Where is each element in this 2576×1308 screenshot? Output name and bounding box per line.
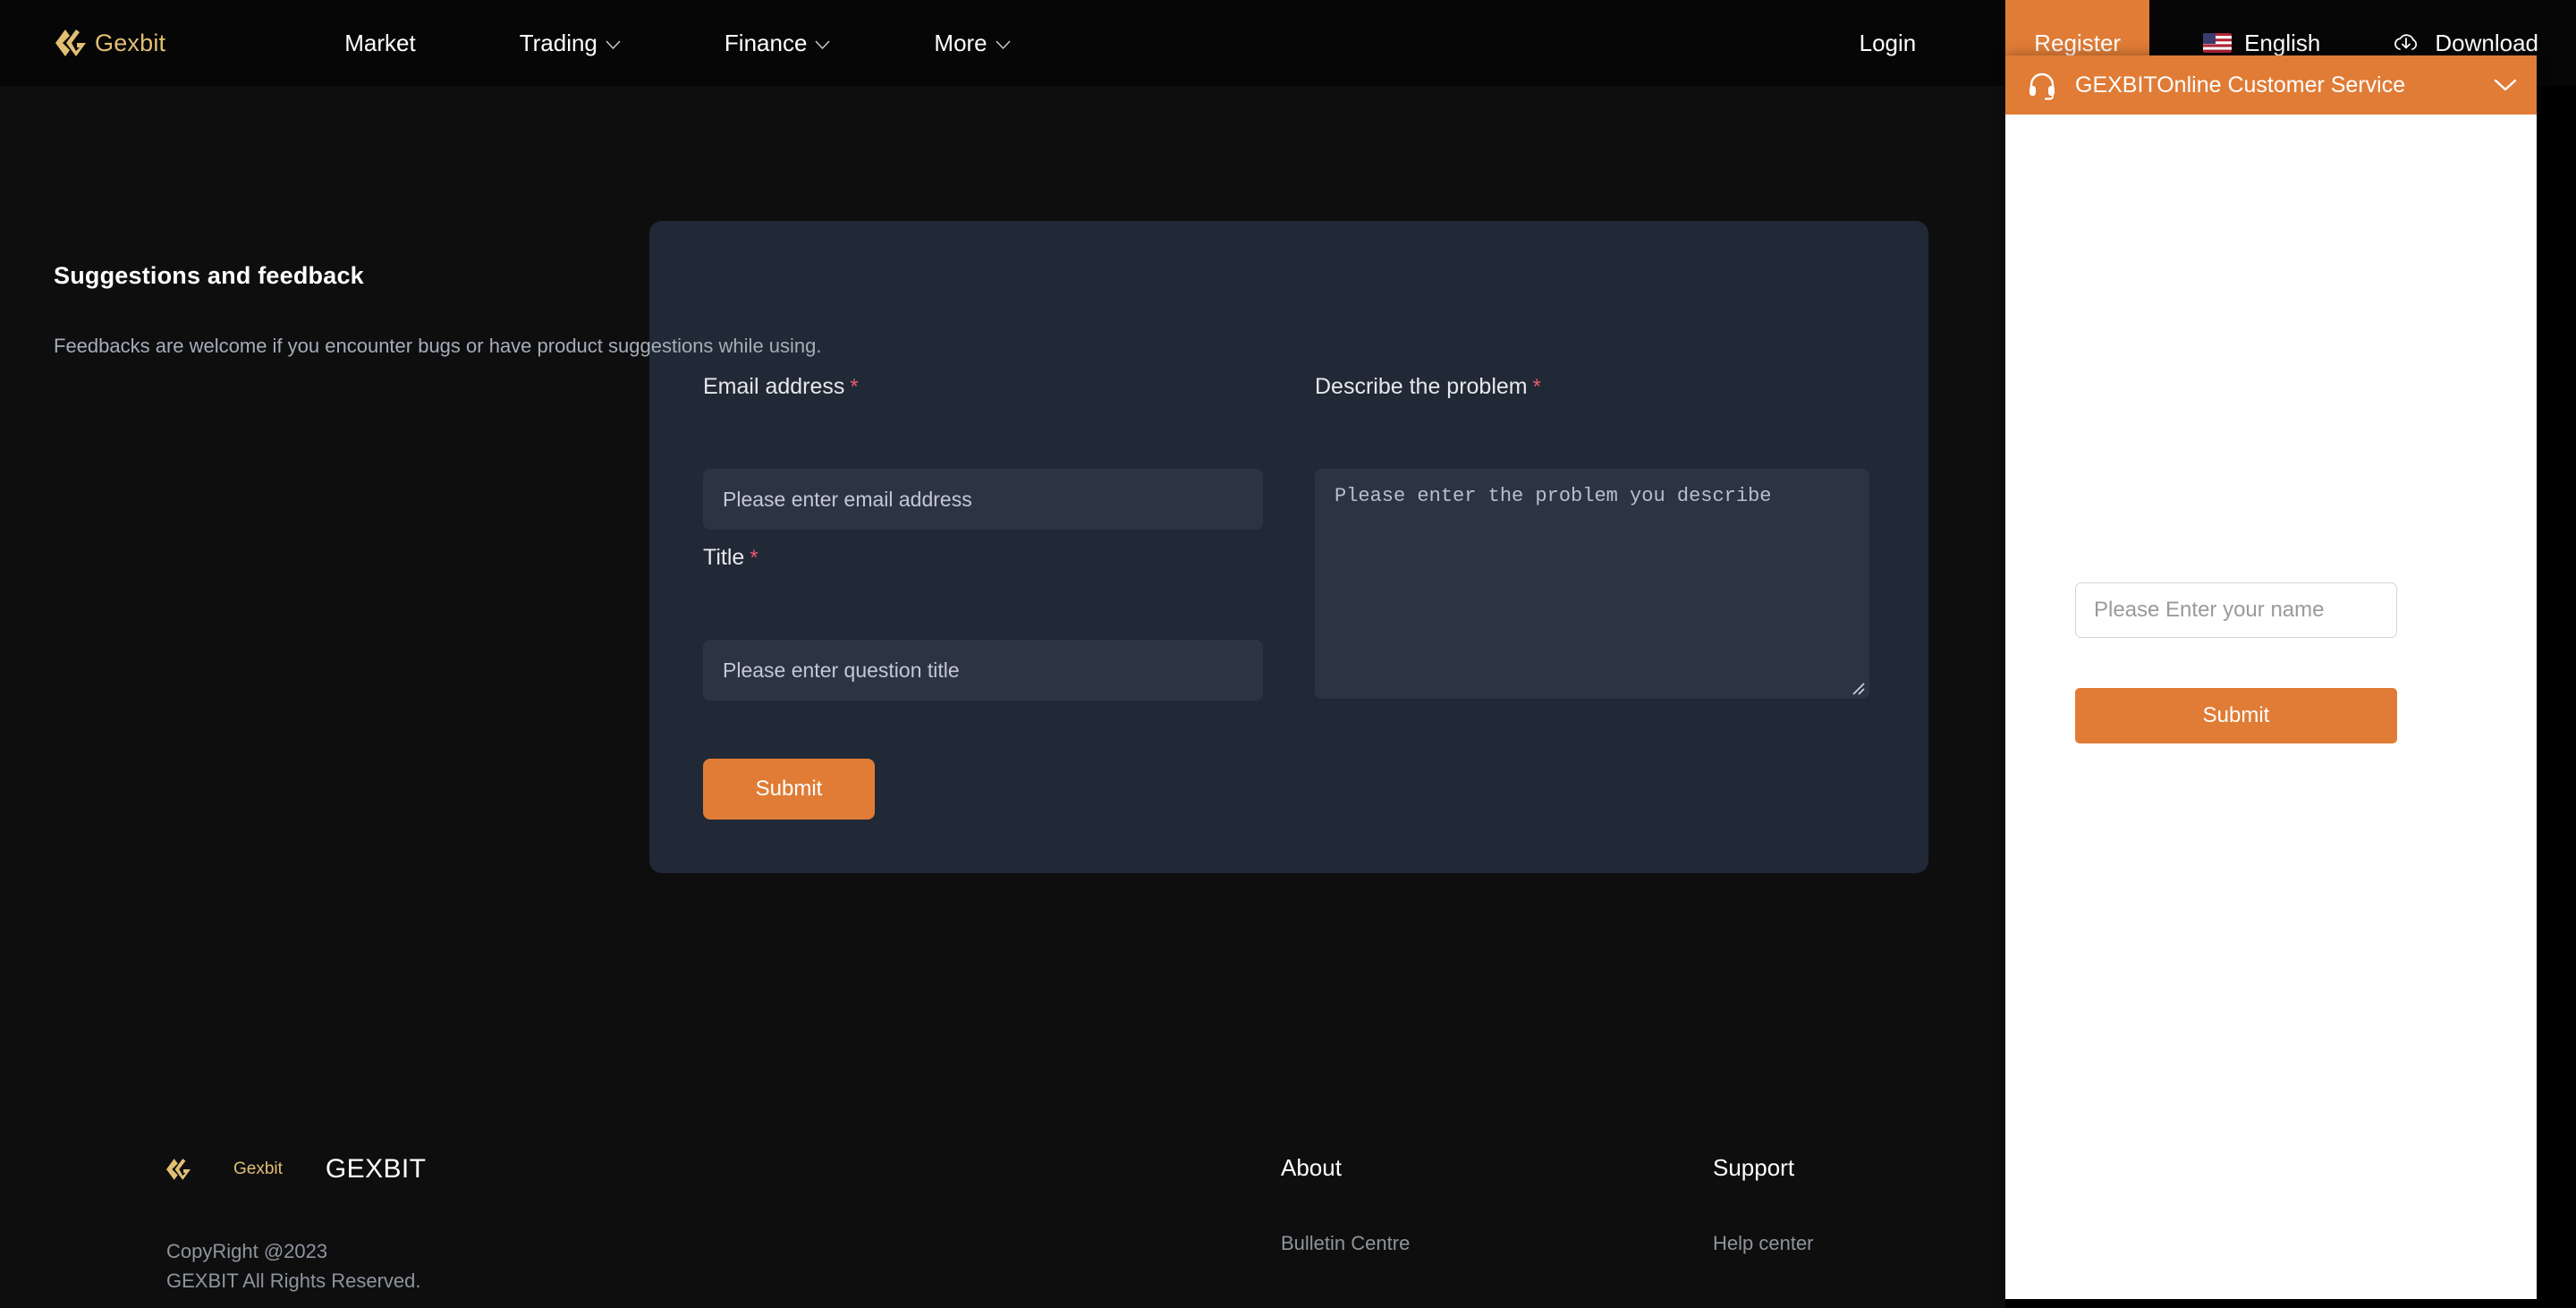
title-required-asterisk: * bbox=[750, 546, 758, 570]
footer-column-title: Support bbox=[1713, 1154, 1795, 1181]
chat-submit-button[interactable]: Submit bbox=[2075, 688, 2397, 743]
footer-brand-row: Gexbit GEXBIT bbox=[166, 1154, 426, 1185]
copyright-line-1: CopyRight @2023 bbox=[166, 1240, 328, 1262]
download-button[interactable]: Download bbox=[2392, 30, 2538, 57]
footer-column-about: About Bulletin Centre Service Agreement bbox=[1281, 1154, 1447, 1308]
nav-item-label: Market bbox=[344, 29, 416, 56]
download-cloud-icon bbox=[2394, 34, 2418, 50]
nav-item-market[interactable]: Market bbox=[344, 30, 415, 57]
gexbit-logo-icon bbox=[166, 1159, 191, 1180]
chat-widget-title: GEXBITOnline Customer Service bbox=[2075, 72, 2406, 98]
chevron-down-icon[interactable] bbox=[2494, 78, 2517, 92]
page-root: Suggestions and feedback Feedbacks are w… bbox=[0, 0, 2576, 1308]
chevron-down-icon bbox=[606, 40, 621, 49]
copyright-line-2: GEXBIT All Rights Reserved. bbox=[166, 1270, 421, 1292]
footer-column-title: About bbox=[1281, 1154, 1342, 1181]
submit-button[interactable]: Submit bbox=[703, 759, 875, 820]
chat-name-input[interactable] bbox=[2075, 582, 2397, 638]
chat-widget-body: Submit bbox=[2005, 115, 2537, 1299]
problem-label-text: Describe the problem bbox=[1315, 374, 1528, 399]
title-input[interactable] bbox=[703, 640, 1263, 701]
problem-field-label: Describe the problem * bbox=[1315, 374, 1541, 400]
login-button[interactable]: Login bbox=[1860, 30, 1917, 57]
footer-link-bulletin-centre[interactable]: Bulletin Centre bbox=[1281, 1232, 1447, 1255]
nav-item-label: Finance bbox=[724, 29, 808, 56]
us-flag-icon bbox=[2203, 33, 2233, 53]
customer-service-widget: GEXBITOnline Customer Service Submit bbox=[2005, 55, 2537, 1299]
copyright-block: CopyRight @2023 GEXBIT All Rights Reserv… bbox=[166, 1236, 421, 1295]
gexbit-logo-icon bbox=[55, 30, 86, 56]
nav-item-label: More bbox=[934, 29, 987, 56]
headset-icon bbox=[2029, 72, 2055, 100]
email-input[interactable] bbox=[703, 469, 1263, 530]
footer-logo-text: Gexbit bbox=[233, 1159, 283, 1178]
footer-brand-name: GEXBIT bbox=[325, 1154, 427, 1184]
footer-column-support: Support Help center Online Support Custo… bbox=[1713, 1154, 2005, 1308]
email-label-text: Email address bbox=[703, 374, 845, 399]
email-field-label: Email address * bbox=[703, 374, 859, 400]
page-subtitle: Feedbacks are welcome if you encounter b… bbox=[54, 335, 822, 357]
chat-widget-header[interactable]: GEXBITOnline Customer Service bbox=[2005, 55, 2537, 115]
nav-item-trading[interactable]: Trading bbox=[520, 30, 621, 57]
language-selector[interactable]: English bbox=[2203, 30, 2320, 57]
chevron-down-icon bbox=[996, 40, 1011, 49]
brand-name: Gexbit bbox=[95, 29, 166, 56]
nav-item-label: Trading bbox=[519, 29, 597, 56]
footer-link-help-center[interactable]: Help center bbox=[1713, 1232, 2005, 1255]
title-label-text: Title bbox=[703, 545, 745, 570]
page-title: Suggestions and feedback bbox=[54, 262, 364, 289]
site-content: Suggestions and feedback Feedbacks are w… bbox=[0, 0, 2005, 1308]
language-label: English bbox=[2244, 29, 2321, 56]
problem-required-asterisk: * bbox=[1532, 375, 1541, 399]
email-required-asterisk: * bbox=[850, 375, 859, 399]
chevron-down-icon bbox=[815, 40, 830, 49]
download-label: Download bbox=[2435, 29, 2538, 56]
brand-logo[interactable]: Gexbit bbox=[55, 30, 165, 57]
nav-item-more[interactable]: More bbox=[934, 29, 1011, 57]
problem-textarea[interactable] bbox=[1315, 469, 1869, 699]
problem-textarea-wrap bbox=[1315, 469, 1869, 699]
nav-links: Market Trading Finance More bbox=[344, 29, 1011, 57]
nav-item-finance[interactable]: Finance bbox=[724, 30, 831, 57]
title-field-label: Title * bbox=[703, 545, 758, 571]
